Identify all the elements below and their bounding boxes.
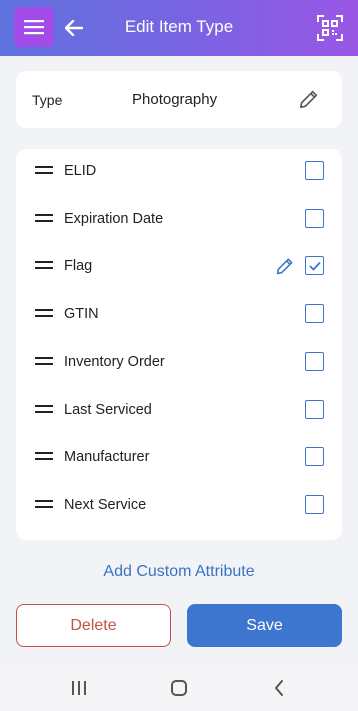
attribute-label: Expiration Date	[64, 210, 164, 227]
attribute-checkbox[interactable]	[305, 494, 324, 514]
checkmark-icon	[308, 261, 321, 271]
attribute-checkbox[interactable]	[305, 351, 324, 371]
drag-handle-icon[interactable]	[35, 404, 53, 413]
menu-button[interactable]	[14, 7, 54, 47]
drag-handle-icon[interactable]	[35, 261, 53, 270]
attribute-label: Inventory Order	[64, 353, 165, 370]
back-icon	[275, 680, 283, 696]
pencil-icon	[276, 258, 293, 275]
drag-handle-icon[interactable]	[35, 166, 53, 174]
edit-attribute-button[interactable]	[274, 255, 296, 277]
nav-back-button[interactable]	[266, 675, 292, 701]
pencil-icon	[299, 90, 318, 109]
page-title: Edit Item Type	[124, 17, 234, 36]
home-button[interactable]	[166, 675, 192, 701]
type-field-card: Type Photography	[16, 71, 342, 128]
attribute-checkbox[interactable]	[305, 304, 324, 324]
attribute-label: Flag	[64, 258, 93, 275]
attribute-checkbox[interactable]	[305, 256, 324, 276]
qr-scan-button[interactable]	[314, 12, 346, 44]
attribute-row: ELID	[16, 150, 342, 190]
attribute-label: Manufacturer	[64, 449, 150, 466]
edit-type-button[interactable]	[296, 86, 322, 112]
attribute-list: ELID Expiration Date Flag GTIN Inventory Ord…	[16, 149, 342, 540]
back-button[interactable]	[62, 14, 86, 42]
attribute-row: GTIN	[16, 293, 342, 333]
type-field-value: Photography	[132, 91, 218, 108]
recent-apps-icon	[72, 681, 86, 695]
back-arrow-icon	[65, 20, 83, 36]
recent-apps-button[interactable]	[66, 675, 92, 701]
attribute-row: Next Service	[16, 484, 342, 524]
drag-handle-icon[interactable]	[35, 452, 53, 461]
add-custom-attribute-link[interactable]: Add Custom Attribute	[0, 563, 358, 581]
home-icon	[171, 680, 187, 696]
drag-handle-icon[interactable]	[35, 213, 53, 222]
system-nav-bar	[0, 664, 358, 711]
attribute-row: Expiration Date	[16, 198, 342, 238]
attribute-checkbox[interactable]	[305, 447, 324, 467]
attribute-label: ELID	[64, 163, 97, 179]
attribute-row: Inventory Order	[16, 341, 342, 381]
drag-handle-icon[interactable]	[35, 499, 53, 508]
attribute-label: Next Service	[64, 496, 147, 513]
drag-handle-icon[interactable]	[35, 356, 53, 365]
attribute-checkbox[interactable]	[305, 161, 324, 180]
delete-button[interactable]: Delete	[16, 604, 171, 647]
attribute-row: Flag	[16, 245, 342, 285]
qr-scan-icon	[317, 15, 343, 41]
attribute-label: Last Serviced	[64, 401, 152, 418]
drag-handle-icon[interactable]	[35, 309, 53, 318]
attribute-checkbox[interactable]	[305, 399, 324, 419]
save-button[interactable]: Save	[187, 604, 342, 647]
attribute-checkbox[interactable]	[305, 208, 324, 228]
menu-icon	[24, 20, 44, 35]
type-field-label: Type	[32, 92, 63, 108]
app-header: Edit Item Type	[0, 0, 358, 56]
attribute-label: GTIN	[64, 306, 99, 323]
attribute-row: Manufacturer	[16, 436, 342, 476]
attribute-row: Last Serviced	[16, 389, 342, 429]
